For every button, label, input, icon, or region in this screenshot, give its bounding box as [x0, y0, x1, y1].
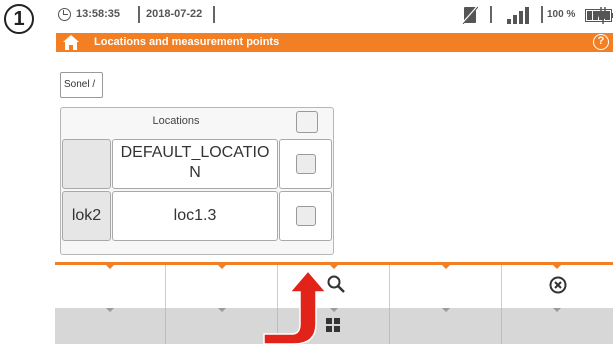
row-prefix-cell[interactable]: lok2: [62, 191, 111, 241]
toolbar-button-4[interactable]: [390, 265, 502, 308]
home-icon[interactable]: [63, 35, 79, 50]
callout-arrow-icon: [263, 269, 328, 344]
status-time: 13:58:35: [76, 8, 121, 20]
bottom-button-4[interactable]: [390, 308, 502, 344]
signal-strength-icon: [507, 7, 529, 24]
bottom-button-5[interactable]: [502, 308, 613, 344]
battery-percent: 100 %: [547, 9, 576, 20]
title-bar: Locations and measurement points ?: [56, 33, 613, 52]
status-bar: 13:58:35 2018-07-22 100 %: [58, 6, 613, 28]
row-checkbox[interactable]: [296, 206, 316, 226]
page-title: Locations and measurement points: [94, 36, 280, 48]
separator: [138, 6, 140, 23]
table-header: Locations: [152, 115, 200, 127]
toolbar-button-1[interactable]: [55, 265, 166, 308]
close-button[interactable]: [502, 265, 613, 308]
help-icon[interactable]: ?: [593, 34, 609, 50]
status-date: 2018-07-22: [146, 8, 203, 20]
location-name-cell[interactable]: loc1.3: [112, 191, 278, 241]
separator: [490, 6, 492, 23]
row-prefix-cell[interactable]: [62, 139, 111, 189]
plug-icon: [598, 7, 608, 24]
row-checkbox[interactable]: [296, 154, 316, 174]
row-checkbox-cell[interactable]: [279, 139, 332, 189]
close-circle-icon: [549, 276, 567, 294]
breadcrumb[interactable]: Sonel /: [60, 72, 103, 98]
select-all-checkbox[interactable]: [296, 111, 318, 133]
separator: [541, 6, 543, 23]
row-checkbox-cell[interactable]: [279, 191, 332, 241]
bottom-button-1[interactable]: [55, 308, 166, 344]
location-name-cell[interactable]: DEFAULT_LOCATIO N: [112, 139, 278, 189]
separator: [213, 6, 215, 23]
clock-icon: [58, 8, 71, 21]
no-card-icon: [462, 6, 478, 24]
step-marker: 1: [4, 4, 34, 34]
